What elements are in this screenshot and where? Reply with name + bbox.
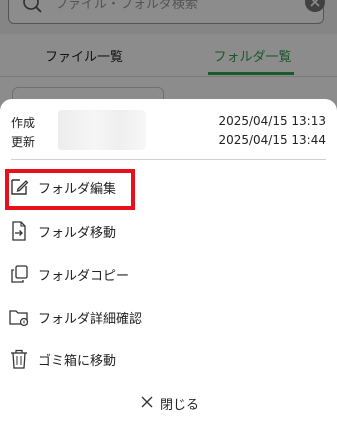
menu-item-folder-detail[interactable]: フォルダ詳細確認 bbox=[0, 297, 337, 337]
folder-detail-icon bbox=[9, 310, 29, 327]
created-label: 作成 bbox=[11, 116, 36, 130]
copy-icon bbox=[11, 265, 28, 283]
updated-label: 更新 bbox=[11, 135, 36, 149]
trash-icon bbox=[11, 349, 27, 369]
menu-label: フォルダコピー bbox=[38, 269, 130, 284]
move-icon bbox=[12, 221, 26, 241]
close-icon bbox=[141, 396, 153, 408]
sheet-divider bbox=[11, 159, 326, 160]
highlight-annotation bbox=[5, 169, 135, 210]
menu-item-move-to-trash[interactable]: ゴミ箱に移動 bbox=[0, 339, 337, 379]
close-label: 閉じる bbox=[160, 398, 200, 413]
created-value: 2025/04/15 13:13 bbox=[218, 114, 326, 128]
menu-label: フォルダ詳細確認 bbox=[38, 312, 143, 327]
menu-item-copy-folder[interactable]: フォルダコピー bbox=[0, 254, 337, 294]
menu-label: フォルダ移動 bbox=[38, 226, 117, 241]
action-sheet: 作成 2025/04/15 13:13 更新 2025/04/15 13:44 … bbox=[0, 99, 337, 424]
menu-item-move-folder[interactable]: フォルダ移動 bbox=[0, 211, 337, 251]
redacted-folder-name bbox=[58, 110, 146, 150]
updated-value: 2025/04/15 13:44 bbox=[218, 133, 326, 147]
close-button[interactable]: 閉じる bbox=[0, 391, 337, 413]
menu-label: ゴミ箱に移動 bbox=[38, 354, 117, 369]
